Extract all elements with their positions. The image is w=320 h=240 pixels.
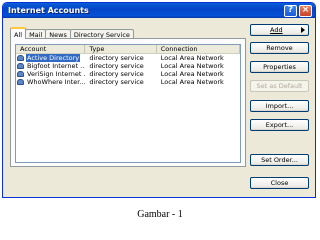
- figure-caption: Gambar - 1: [137, 209, 183, 220]
- add-button[interactable]: Add: [250, 24, 309, 36]
- column-header-connection[interactable]: Connection: [157, 45, 240, 53]
- set-order-button[interactable]: Set Order...: [250, 154, 309, 166]
- remove-button[interactable]: Remove: [250, 42, 309, 54]
- account-type: directory service: [89, 78, 144, 86]
- title-bar[interactable]: Internet Accounts ? ×: [3, 3, 315, 18]
- close-button[interactable]: Close: [250, 177, 309, 189]
- directory-account-icon: [17, 79, 24, 85]
- list-item[interactable]: Active Directory directory service Local…: [16, 54, 240, 62]
- import-button[interactable]: Import...: [250, 100, 309, 112]
- account-connection: Local Area Network: [160, 62, 224, 70]
- column-header-account[interactable]: Account: [16, 45, 86, 53]
- list-header: Account Type Connection: [16, 45, 240, 54]
- help-icon[interactable]: ?: [284, 4, 297, 17]
- arrow-right-icon: [301, 27, 305, 33]
- account-type: directory service: [89, 54, 144, 62]
- account-name: Active Directory: [26, 54, 81, 62]
- account-connection: Local Area Network: [160, 70, 224, 78]
- tab-panel: Account Type Connection Active Directory…: [10, 38, 246, 167]
- column-header-type[interactable]: Type: [85, 45, 157, 53]
- directory-account-icon: [17, 63, 24, 69]
- list-item[interactable]: Bigfoot Internet ... directory service L…: [16, 62, 240, 70]
- export-button[interactable]: Export...: [250, 119, 309, 131]
- directory-account-icon: [17, 55, 24, 61]
- account-connection: Local Area Network: [160, 54, 224, 62]
- account-type: directory service: [89, 62, 144, 70]
- close-icon[interactable]: ×: [299, 4, 312, 17]
- accounts-list[interactable]: Account Type Connection Active Directory…: [15, 44, 241, 163]
- account-name: WhoWhere Inter...: [27, 78, 86, 86]
- list-item[interactable]: WhoWhere Inter... directory service Loca…: [16, 78, 240, 86]
- set-as-default-button[interactable]: Set as Default: [250, 80, 309, 92]
- account-name: VeriSign Internet ...: [27, 70, 86, 78]
- properties-button[interactable]: Properties: [250, 61, 309, 73]
- window-title: Internet Accounts: [8, 6, 89, 15]
- account-name: Bigfoot Internet ...: [27, 62, 86, 70]
- account-connection: Local Area Network: [160, 78, 224, 86]
- tab-all[interactable]: All: [10, 27, 27, 39]
- account-type: directory service: [89, 70, 144, 78]
- list-item[interactable]: VeriSign Internet ... directory service …: [16, 70, 240, 78]
- add-button-label: Add: [270, 26, 283, 34]
- directory-account-icon: [17, 71, 24, 77]
- internet-accounts-dialog: Internet Accounts ? × All Mail News Dire…: [2, 2, 316, 198]
